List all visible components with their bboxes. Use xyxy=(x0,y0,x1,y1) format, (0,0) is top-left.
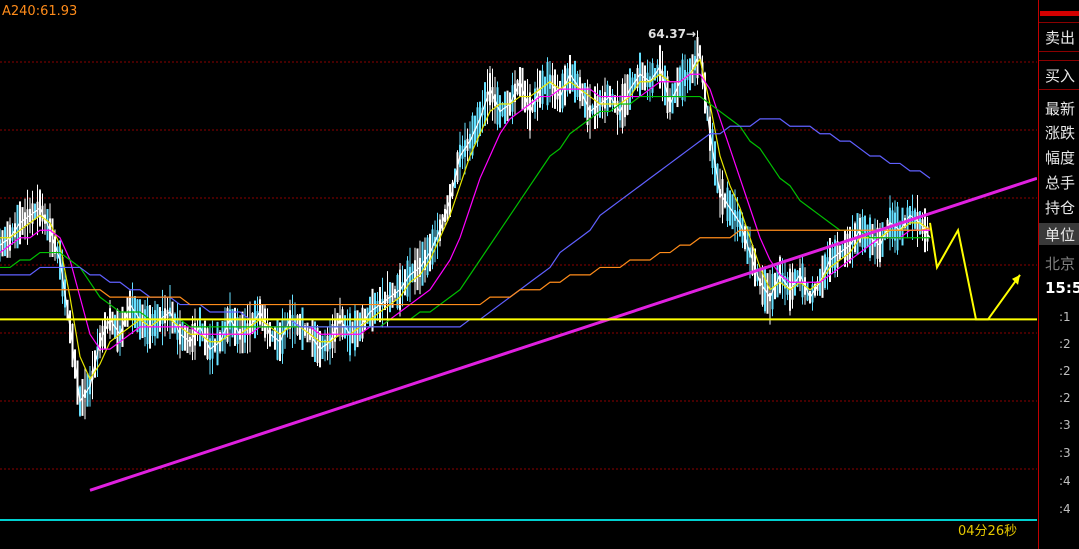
projection-path xyxy=(929,222,1021,321)
ma240-label: A240:61.93 xyxy=(2,4,78,19)
tick-label: :2 xyxy=(1059,391,1071,405)
info-row-range: 幅度 xyxy=(1045,149,1076,167)
tick-label: :2 xyxy=(1059,364,1071,378)
tick-label: :3 xyxy=(1059,418,1071,432)
info-row-latest: 最新 xyxy=(1045,100,1076,118)
info-row-volume: 总手 xyxy=(1045,174,1076,192)
buy-label: 买入 xyxy=(1045,67,1076,85)
ma-line xyxy=(0,49,931,403)
unit-row[interactable]: 单位 xyxy=(1039,223,1079,245)
buy-button[interactable]: 买入 xyxy=(1039,60,1079,90)
unit-label: 单位 xyxy=(1045,226,1076,244)
chart-area[interactable]: A240:61.93 64.37→ 04分26秒 xyxy=(0,0,1037,549)
peak-price-label: 64.37→ xyxy=(648,27,697,41)
sell-button[interactable]: 卖出 xyxy=(1039,22,1079,52)
tick-label: :3 xyxy=(1059,446,1071,460)
quote-side-panel: 卖出 买入 最新 涨跌 幅度 总手 持仓 单位 北京 15:5 :1 :2 :2… xyxy=(1038,0,1079,549)
info-row-change: 涨跌 xyxy=(1045,124,1076,142)
tick-label: :2 xyxy=(1059,337,1071,351)
countdown-timer: 04分26秒 xyxy=(958,524,1018,539)
status-bar xyxy=(1040,11,1079,16)
tick-label: :4 xyxy=(1059,474,1071,488)
tick-label: :4 xyxy=(1059,502,1071,516)
price-chart[interactable] xyxy=(0,0,1037,549)
city-label: 北京 xyxy=(1045,255,1076,273)
sell-label: 卖出 xyxy=(1045,29,1076,47)
info-row-position: 持仓 xyxy=(1045,199,1076,217)
time-label: 15:5 xyxy=(1045,279,1079,297)
tick-label: :1 xyxy=(1059,310,1071,324)
